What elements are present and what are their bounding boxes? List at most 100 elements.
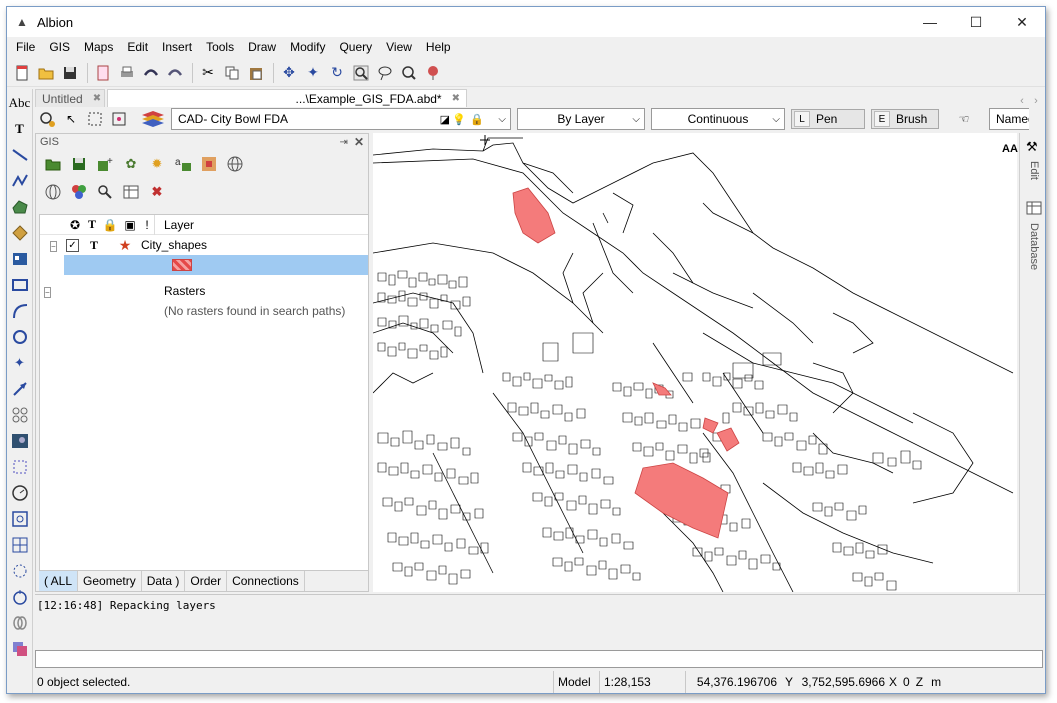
text-abc-icon[interactable]: Abc bbox=[9, 91, 31, 115]
menu-gis[interactable]: GIS bbox=[42, 40, 77, 54]
snap-icon[interactable] bbox=[9, 507, 31, 531]
globe-icon[interactable] bbox=[224, 153, 246, 175]
zoom-in-out-icon[interactable] bbox=[398, 62, 420, 84]
arrow-icon[interactable] bbox=[9, 377, 31, 401]
undo-icon[interactable] bbox=[140, 62, 162, 84]
map-drawing[interactable] bbox=[373, 133, 1017, 592]
line-icon[interactable] bbox=[9, 143, 31, 167]
select-arrow-icon[interactable]: ↖ bbox=[61, 109, 81, 129]
page-setup-icon[interactable] bbox=[92, 62, 114, 84]
rasters-row[interactable]: − Rasters bbox=[40, 281, 368, 301]
menu-modify[interactable]: Modify bbox=[283, 40, 332, 54]
menu-query[interactable]: Query bbox=[332, 40, 379, 54]
table-icon[interactable] bbox=[120, 181, 142, 203]
point-icon[interactable]: ✦ bbox=[9, 351, 31, 375]
chevron-down-icon[interactable]: ⌵ bbox=[772, 114, 780, 125]
linetype-combo[interactable]: Continuous ⌵ bbox=[651, 108, 785, 130]
link-icon[interactable] bbox=[9, 611, 31, 635]
chevron-right-icon[interactable]: › bbox=[1029, 95, 1043, 107]
print-icon[interactable] bbox=[116, 62, 138, 84]
crab-icon[interactable]: ✿ bbox=[120, 153, 142, 175]
select-special-icon[interactable] bbox=[109, 109, 129, 129]
expander-minus-icon[interactable]: − bbox=[44, 284, 56, 298]
maximize-button[interactable]: ☐ bbox=[953, 7, 999, 37]
chevron-left-icon[interactable]: ‹ bbox=[1015, 95, 1029, 107]
scale-indicator[interactable]: 1:28,153 bbox=[599, 671, 685, 693]
close-panel-icon[interactable]: ✕ bbox=[354, 135, 364, 149]
lock-icon[interactable]: 🔒 bbox=[470, 113, 484, 126]
copy-icon[interactable] bbox=[221, 62, 243, 84]
open-folder-icon[interactable] bbox=[42, 153, 64, 175]
font-size-toggle[interactable]: AA bbox=[1002, 143, 1018, 155]
command-input[interactable] bbox=[35, 650, 1043, 668]
tab-example-gis[interactable]: ...\Example_GIS_FDA.abd* ✖ bbox=[107, 89, 467, 107]
chevron-down-icon[interactable]: ⌵ bbox=[632, 114, 640, 125]
grid-icon[interactable] bbox=[9, 533, 31, 557]
selection-icon[interactable] bbox=[9, 455, 31, 479]
text-style-icon[interactable]: T bbox=[9, 117, 31, 141]
layer-visibility-icon[interactable]: ◪ bbox=[440, 113, 450, 126]
color-combo[interactable]: By Layer ⌵ bbox=[517, 108, 645, 130]
hand-pointer-icon[interactable]: ☜ bbox=[951, 109, 977, 129]
layer-stack-icon[interactable] bbox=[139, 109, 167, 129]
layer-row-city-shapes[interactable]: − ✓ T ★ City_shapes bbox=[40, 235, 368, 255]
tab-untitled[interactable]: Untitled ✖ bbox=[35, 89, 105, 107]
database-vtab[interactable]: Database bbox=[1028, 223, 1040, 270]
refresh-icon[interactable]: ↻ bbox=[326, 62, 348, 84]
menu-edit[interactable]: Edit bbox=[120, 40, 155, 54]
block-icon[interactable] bbox=[9, 247, 31, 271]
rectangle-icon[interactable] bbox=[9, 273, 31, 297]
paste-icon[interactable] bbox=[245, 62, 267, 84]
redo-icon[interactable] bbox=[164, 62, 186, 84]
polygon-icon[interactable] bbox=[9, 195, 31, 219]
save-icon[interactable] bbox=[59, 62, 81, 84]
image-icon[interactable] bbox=[9, 429, 31, 453]
space-indicator[interactable]: Model bbox=[553, 671, 599, 693]
close-icon[interactable]: ✖ bbox=[452, 93, 460, 104]
compass-icon[interactable] bbox=[9, 585, 31, 609]
close-button[interactable]: ✕ bbox=[999, 7, 1045, 37]
circle-icon[interactable] bbox=[9, 325, 31, 349]
delete-icon[interactable]: ✖ bbox=[146, 181, 168, 203]
zoom-lasso-icon[interactable] bbox=[374, 62, 396, 84]
tab-connections[interactable]: Connections bbox=[227, 571, 305, 591]
diamond-icon[interactable] bbox=[9, 221, 31, 245]
menu-help[interactable]: Help bbox=[419, 40, 458, 54]
cut-icon[interactable]: ✂ bbox=[197, 62, 219, 84]
expander-minus-icon[interactable]: − bbox=[50, 238, 62, 252]
label-icon[interactable]: a bbox=[172, 153, 194, 175]
web-globe-icon[interactable] bbox=[42, 181, 64, 203]
layer-visible-checkbox[interactable]: ✓ bbox=[66, 238, 79, 252]
tab-data[interactable]: Data ) bbox=[142, 571, 186, 591]
menu-maps[interactable]: Maps bbox=[77, 40, 120, 54]
layer-style-row[interactable] bbox=[64, 255, 368, 275]
tab-order[interactable]: Order bbox=[185, 571, 228, 591]
zoom-window-icon[interactable] bbox=[350, 62, 372, 84]
database-icon[interactable] bbox=[1026, 201, 1042, 218]
layer-combo[interactable]: CAD- City Bowl FDA ◪ 💡 🔒 ⌵ bbox=[171, 108, 511, 130]
bulb-icon[interactable]: 💡 bbox=[452, 113, 466, 126]
search-icon[interactable] bbox=[94, 181, 116, 203]
named-combo[interactable]: Named bbox=[989, 108, 1029, 130]
layer-star-icon[interactable]: ★ bbox=[109, 237, 141, 254]
hammer-icon[interactable]: ⚒ bbox=[1026, 139, 1038, 155]
menu-tools[interactable]: Tools bbox=[199, 40, 241, 54]
menu-file[interactable]: File bbox=[9, 40, 42, 54]
layers-icon[interactable] bbox=[9, 637, 31, 661]
group-icon[interactable] bbox=[9, 403, 31, 427]
arc-icon[interactable] bbox=[9, 299, 31, 323]
pen-button[interactable]: L Pen bbox=[791, 109, 865, 129]
pan-icon[interactable]: ✥ bbox=[278, 62, 300, 84]
zoom-extents-icon[interactable]: ✦ bbox=[302, 62, 324, 84]
menu-insert[interactable]: Insert bbox=[155, 40, 199, 54]
sun-icon[interactable]: ✹ bbox=[146, 153, 168, 175]
dial-icon[interactable] bbox=[9, 481, 31, 505]
menu-view[interactable]: View bbox=[379, 40, 419, 54]
polyline-icon[interactable] bbox=[9, 169, 31, 193]
pin-icon[interactable] bbox=[422, 62, 444, 84]
map-canvas[interactable] bbox=[373, 133, 1017, 592]
open-folder-icon[interactable] bbox=[35, 62, 57, 84]
tab-geometry[interactable]: Geometry bbox=[78, 571, 142, 591]
pin-panel-icon[interactable]: ⇥ bbox=[340, 137, 348, 148]
theme-icon[interactable] bbox=[198, 153, 220, 175]
